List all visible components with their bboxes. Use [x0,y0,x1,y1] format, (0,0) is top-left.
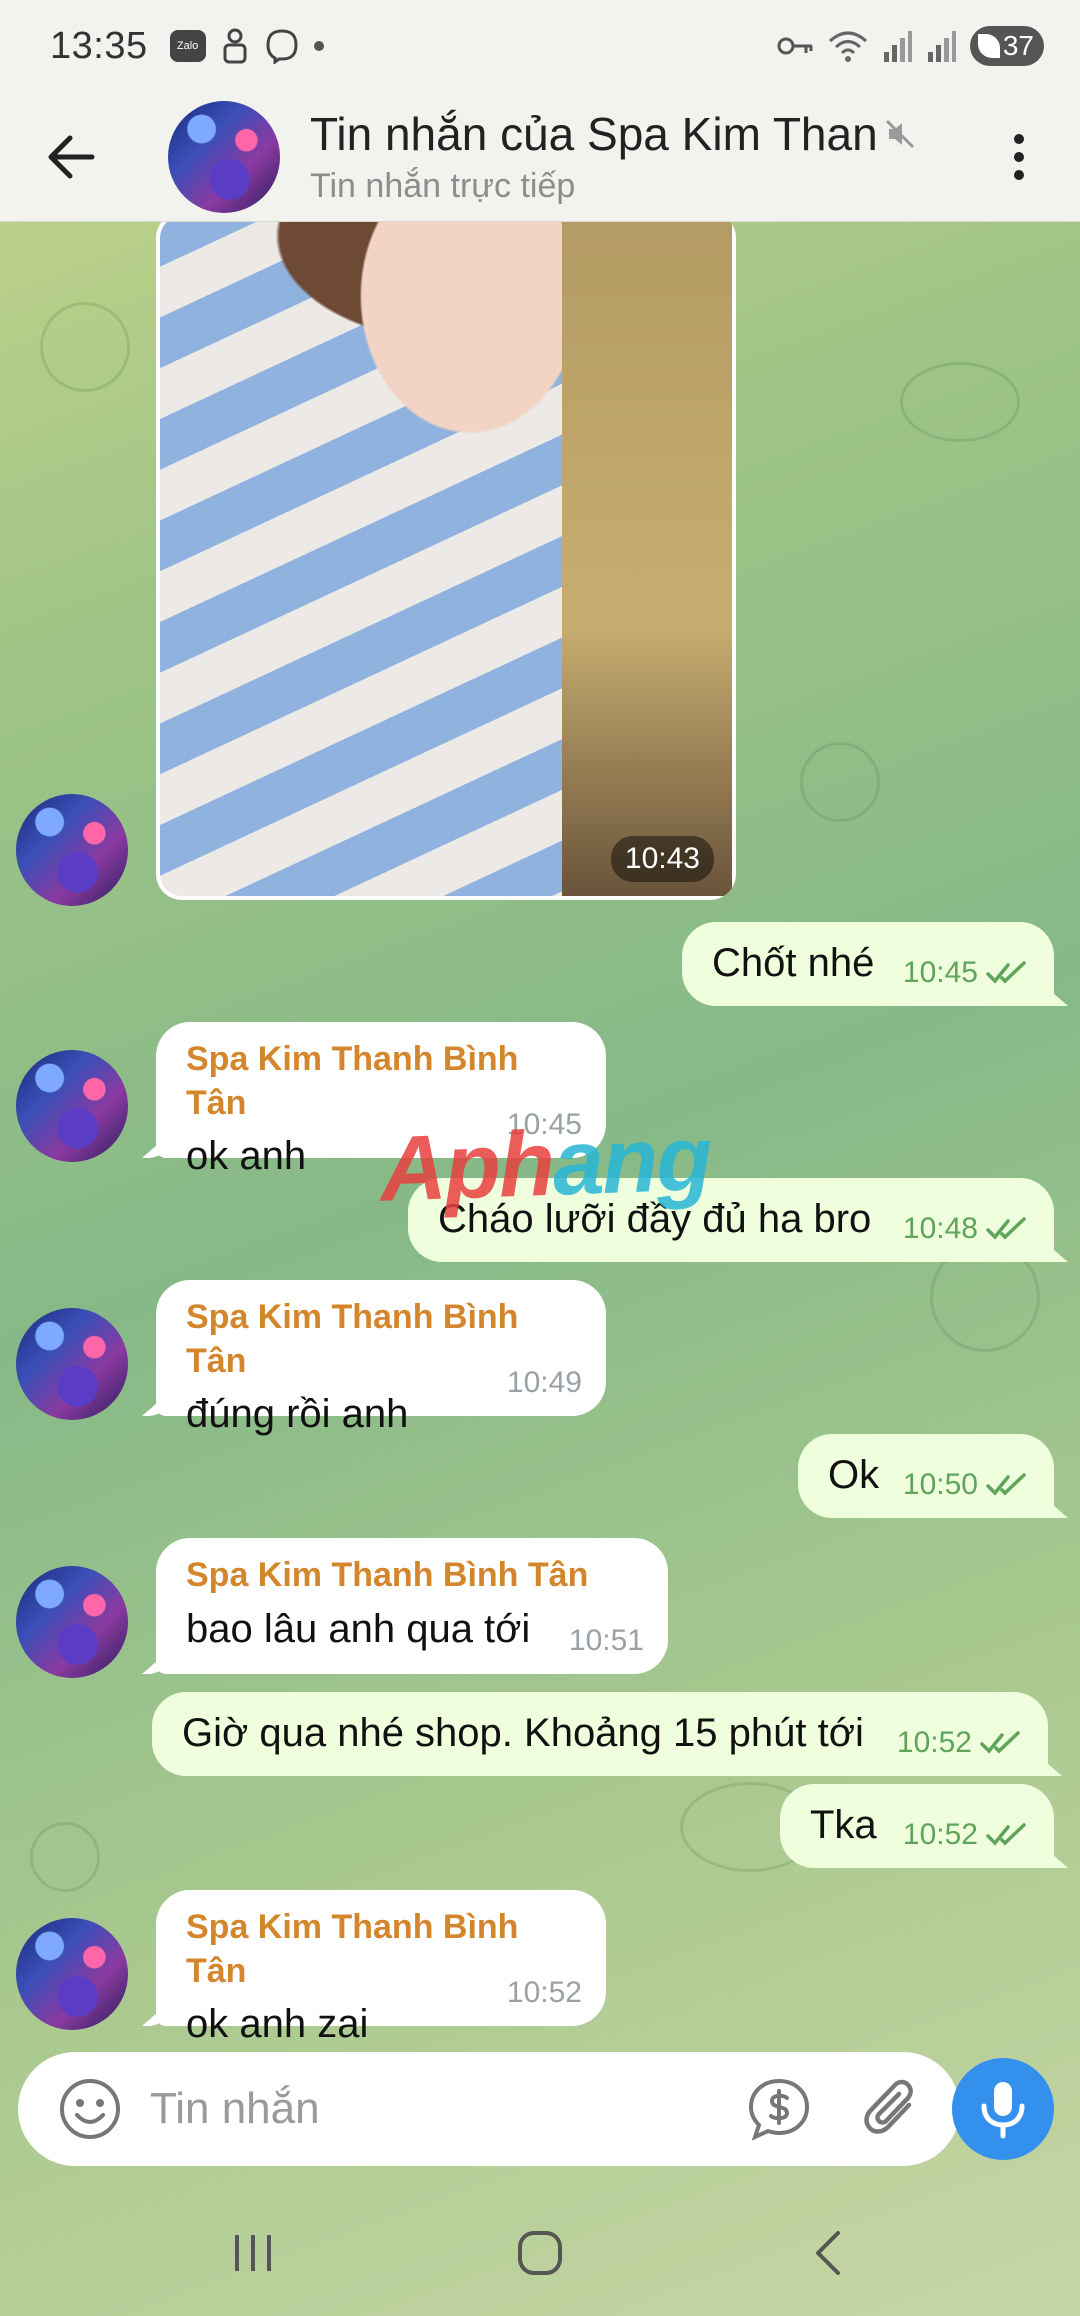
chat-avatar[interactable] [168,100,280,213]
home-button[interactable] [490,2213,590,2293]
photo-background [562,222,732,896]
incoming-message[interactable]: Spa Kim Thanh Bình Tân đúng rồi anh 10:4… [156,1280,606,1436]
home-icon [517,2231,562,2275]
voice-record-button[interactable] [952,2058,1054,2160]
more-vertical-icon [1014,134,1024,180]
wallpaper-doodle [30,1822,100,1892]
arrow-left-icon [48,135,95,178]
microphone-icon [981,2082,1025,2139]
watermark-logo: Aphang [378,1106,712,1222]
double-check-icon [986,961,1026,984]
shared-photo[interactable] [160,222,732,896]
message-time: 10:43 [610,836,714,882]
message-time: 10:52 [896,1725,972,1759]
more-options-button[interactable] [984,112,1054,202]
attach-button[interactable] [853,2069,933,2149]
sender-avatar[interactable] [16,1050,128,1162]
message-input[interactable] [150,2084,725,2134]
message-time: 10:49 [506,1365,582,1399]
signal-1-icon [884,31,912,62]
viber-notification-icon [266,29,298,64]
message-text: Giờ qua nhé shop. Khoảng 15 phút tới [182,1711,864,1755]
sender-avatar[interactable] [16,794,128,906]
message-time: 10:51 [568,1623,644,1657]
message-time: 10:52 [506,1975,582,2009]
message-list[interactable]: 10:43 Chốt nhé 10:45 Spa Kim Thanh Bình … [0,222,1080,2042]
chevron-left-icon [815,2231,840,2275]
back-button[interactable] [26,112,116,202]
system-icons: 37 [776,26,1044,66]
photo-message[interactable]: 10:43 [156,222,736,900]
message-time: 10:45 [902,955,978,989]
wallpaper-doodle [800,742,880,822]
paperclip-icon [864,2079,913,2134]
emoji-icon [60,2079,120,2139]
emoji-button[interactable] [50,2069,130,2149]
watermark-part-1: Aph [378,1112,555,1221]
status-time: 13:35 [50,24,148,67]
message-time: 10:52 [902,1817,978,1851]
incoming-message[interactable]: Spa Kim Thanh Bình Tân ok anh zai 10:52 [156,1890,606,2042]
person-notification-icon [223,28,247,64]
wallpaper-doodle [900,362,1020,442]
dollar-chat-icon [748,2078,810,2141]
battery-level: 37 [1002,30,1034,61]
double-check-icon [986,1473,1026,1496]
recent-apps-button[interactable] [203,2213,303,2293]
outgoing-message[interactable]: Chốt nhé 10:45 [682,922,1054,1006]
key-icon [777,37,813,55]
outgoing-message[interactable]: Tka 10:52 [780,1784,1054,1868]
power-saving-icon [978,34,1000,58]
outgoing-message[interactable]: Giờ qua nhé shop. Khoảng 15 phút tới 10:… [152,1692,1048,1776]
status-bar: 13:35 Zalo 37 [0,0,1080,92]
chat-subtitle: Tin nhắn trực tiếp [310,167,576,205]
speaker-muted-icon [880,114,920,154]
message-composer [18,2052,960,2166]
more-notifications-dot [313,41,324,51]
recent-apps-icon [235,2235,272,2271]
wifi-icon [829,31,867,62]
watermark-part-2: ang [551,1107,713,1215]
sender-name: Spa Kim Thanh Bình Tân [186,1556,589,1594]
chat-title-area[interactable]: Tin nhắn của Spa Kim Thanh Bình Tân Tin … [310,107,950,206]
double-check-icon [986,1823,1026,1846]
sender-avatar[interactable] [16,1566,128,1678]
signal-2-icon [928,31,956,62]
incoming-message[interactable]: Spa Kim Thanh Bình Tân bao lâu anh qua t… [156,1538,668,1674]
zalo-notification-icon: Zalo [169,30,206,62]
system-back-button[interactable] [777,2213,877,2293]
notification-icons: Zalo [169,28,324,64]
system-navigation-bar [0,2190,1080,2316]
message-time: 10:50 [902,1467,978,1501]
sender-avatar[interactable] [16,1918,128,2030]
chat-header: Tin nhắn của Spa Kim Thanh Bình Tân Tin … [0,92,1080,222]
battery-indicator: 37 [970,26,1044,66]
message-time: 10:48 [902,1211,978,1245]
chat-title: Tin nhắn của Spa Kim Thanh Bình Tân [310,108,910,160]
wallpaper-doodle [40,302,130,392]
sender-avatar[interactable] [16,1308,128,1420]
send-money-button[interactable] [739,2069,819,2149]
double-check-icon [980,1731,1020,1754]
outgoing-message[interactable]: Ok 10:50 [798,1434,1054,1518]
double-check-icon [986,1217,1026,1240]
